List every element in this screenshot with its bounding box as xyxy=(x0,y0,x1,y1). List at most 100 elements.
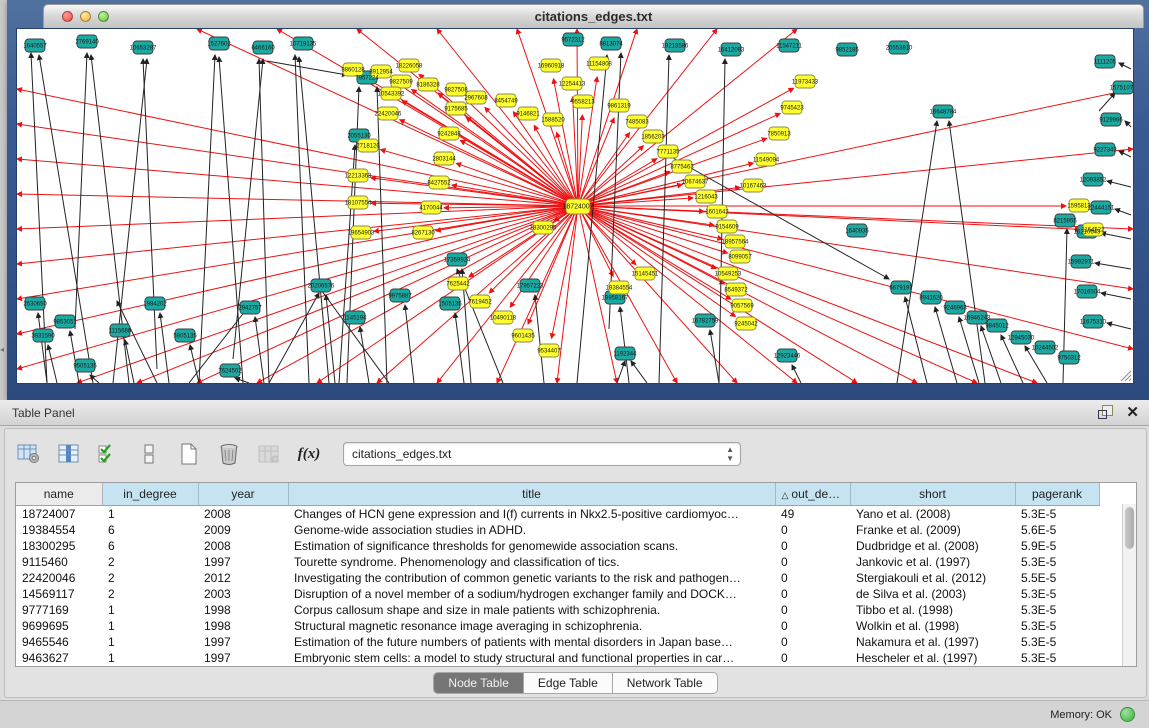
table-cell[interactable]: 0 xyxy=(775,570,850,586)
table-cell[interactable]: Franke et al. (2009) xyxy=(850,522,1015,538)
table-cell[interactable]: 0 xyxy=(775,602,850,618)
table-cell[interactable]: Nakamura et al. (1997) xyxy=(850,634,1015,650)
rows-icon[interactable] xyxy=(135,440,163,468)
table-scrollbar[interactable] xyxy=(1122,504,1136,666)
table-cell[interactable]: 1 xyxy=(102,618,198,634)
table-cell[interactable]: 19384554 xyxy=(16,522,102,538)
node-table[interactable]: namein_degreeyeartitle△out_de…shortpager… xyxy=(15,482,1137,667)
table-cell[interactable]: 1998 xyxy=(198,618,288,634)
select-column-icon[interactable] xyxy=(55,440,83,468)
column-header-name[interactable]: name xyxy=(16,483,102,506)
table-cell[interactable]: Yano et al. (2008) xyxy=(850,506,1015,523)
table-cell[interactable]: Tibbo et al. (1998) xyxy=(850,602,1015,618)
panel-collapse-icon[interactable]: ◂ xyxy=(0,345,4,354)
table-row[interactable]: 977716911998Corpus callosum shape and si… xyxy=(16,602,1099,618)
table-row[interactable]: 2242004622012Investigating the contribut… xyxy=(16,570,1099,586)
table-select-dropdown[interactable]: citations_edges.txt ▲▼ xyxy=(343,442,741,466)
tab-network-table[interactable]: Network Table xyxy=(613,672,718,694)
column-header-pagerank[interactable]: pagerank xyxy=(1015,483,1099,506)
table-cell[interactable]: Genome-wide association studies in ADHD. xyxy=(288,522,775,538)
table-cell[interactable]: Disruption of a novel member of a sodium… xyxy=(288,586,775,602)
table-cell[interactable]: 0 xyxy=(775,618,850,634)
table-cell[interactable]: 5.3E-5 xyxy=(1015,602,1099,618)
table-cell[interactable]: 1997 xyxy=(198,650,288,666)
table-cell[interactable]: 0 xyxy=(775,554,850,570)
column-header-in_degree[interactable]: in_degree xyxy=(102,483,198,506)
table-cell[interactable]: 9777169 xyxy=(16,602,102,618)
table-cell[interactable]: 0 xyxy=(775,634,850,650)
table-cell[interactable]: 5.3E-5 xyxy=(1015,506,1099,523)
table-cell[interactable]: 5.3E-5 xyxy=(1015,586,1099,602)
table-cell[interactable]: Stergiakouli et al. (2012) xyxy=(850,570,1015,586)
table-cell[interactable]: 5.3E-5 xyxy=(1015,634,1099,650)
table-cell[interactable]: Investigating the contribution of common… xyxy=(288,570,775,586)
table-cell[interactable]: 5.5E-5 xyxy=(1015,570,1099,586)
function-icon[interactable]: f(x) xyxy=(295,440,323,468)
table-cell[interactable]: 22420046 xyxy=(16,570,102,586)
table-cell[interactable]: 5.3E-5 xyxy=(1015,554,1099,570)
delete-icon[interactable] xyxy=(215,440,243,468)
table-cell[interactable]: Embryonic stem cells: a model to study s… xyxy=(288,650,775,666)
table-cell[interactable]: 9115460 xyxy=(16,554,102,570)
network-canvas[interactable]: 1640557276914010653287152760264661601071… xyxy=(16,28,1134,384)
memory-status-indicator[interactable] xyxy=(1120,707,1135,722)
table-row[interactable]: 1456911722003Disruption of a novel membe… xyxy=(16,586,1099,602)
table-row[interactable]: 1938455462009Genome-wide association stu… xyxy=(16,522,1099,538)
table-cell[interactable]: 2008 xyxy=(198,538,288,554)
table-settings-icon[interactable] xyxy=(15,440,43,468)
table-cell[interactable]: Estimation of the future numbers of pati… xyxy=(288,634,775,650)
table-cell[interactable]: Hescheler et al. (1997) xyxy=(850,650,1015,666)
table-cell[interactable]: 2 xyxy=(102,570,198,586)
table-cell[interactable]: 1998 xyxy=(198,602,288,618)
table-cell[interactable]: 5.9E-5 xyxy=(1015,538,1099,554)
table-cell[interactable]: 0 xyxy=(775,650,850,666)
table-cell[interactable]: 5.6E-5 xyxy=(1015,522,1099,538)
table-cell[interactable]: 2008 xyxy=(198,506,288,523)
new-document-icon[interactable] xyxy=(175,440,203,468)
tab-node-table[interactable]: Node Table xyxy=(433,672,524,694)
table-cell[interactable]: 2 xyxy=(102,586,198,602)
table-cell[interactable]: 9699695 xyxy=(16,618,102,634)
table-cell[interactable]: 9465546 xyxy=(16,634,102,650)
column-header-short[interactable]: short xyxy=(850,483,1015,506)
table-cell[interactable]: 1 xyxy=(102,634,198,650)
table-row[interactable]: 911546021997Tourette syndrome. Phenomeno… xyxy=(16,554,1099,570)
tab-edge-table[interactable]: Edge Table xyxy=(524,672,613,694)
table-cell[interactable]: Estimation of significance thresholds fo… xyxy=(288,538,775,554)
table-cell[interactable]: Structural magnetic resonance image aver… xyxy=(288,618,775,634)
column-header-year[interactable]: year xyxy=(198,483,288,506)
close-window-icon[interactable] xyxy=(62,11,73,22)
column-header-title[interactable]: title xyxy=(288,483,775,506)
table-row[interactable]: 946554611997Estimation of the future num… xyxy=(16,634,1099,650)
table-scrollbar-thumb[interactable] xyxy=(1125,507,1134,549)
row-checks-icon[interactable] xyxy=(95,440,123,468)
table-cell[interactable]: 0 xyxy=(775,538,850,554)
table-cell[interactable]: Tourette syndrome. Phenomenology and cla… xyxy=(288,554,775,570)
minimize-window-icon[interactable] xyxy=(80,11,91,22)
table-cell[interactable]: Wolkin et al. (1998) xyxy=(850,618,1015,634)
table-cell[interactable]: Dudbridge et al. (2008) xyxy=(850,538,1015,554)
table-cell[interactable]: 1997 xyxy=(198,634,288,650)
network-window-titlebar[interactable]: citations_edges.txt xyxy=(43,4,1144,28)
table-cell[interactable]: 5.3E-5 xyxy=(1015,618,1099,634)
table-cell[interactable]: 14569117 xyxy=(16,586,102,602)
table-cell[interactable]: 2003 xyxy=(198,586,288,602)
table-cell[interactable]: 1 xyxy=(102,602,198,618)
resize-grip[interactable] xyxy=(1121,371,1131,381)
table-cell[interactable]: 18300295 xyxy=(16,538,102,554)
table-cell[interactable]: 9463627 xyxy=(16,650,102,666)
column-header-out_de[interactable]: △out_de… xyxy=(775,483,850,506)
close-panel-icon[interactable]: ✕ xyxy=(1126,405,1139,420)
table-cell[interactable]: 18724007 xyxy=(16,506,102,523)
table-cell[interactable]: 0 xyxy=(775,586,850,602)
table-cell[interactable]: 2009 xyxy=(198,522,288,538)
table-row[interactable]: 946362711997Embryonic stem cells: a mode… xyxy=(16,650,1099,666)
table-cell[interactable]: 6 xyxy=(102,522,198,538)
table-cell[interactable]: Changes of HCN gene expression and I(f) … xyxy=(288,506,775,523)
citation-network-graph[interactable]: 1640557276914010653287152760264661601071… xyxy=(17,29,1133,383)
table-cell[interactable]: 6 xyxy=(102,538,198,554)
table-cell[interactable]: 2 xyxy=(102,554,198,570)
table-cell[interactable]: 1997 xyxy=(198,554,288,570)
table-cell[interactable]: 1 xyxy=(102,650,198,666)
table-cell[interactable]: Corpus callosum shape and size in male p… xyxy=(288,602,775,618)
